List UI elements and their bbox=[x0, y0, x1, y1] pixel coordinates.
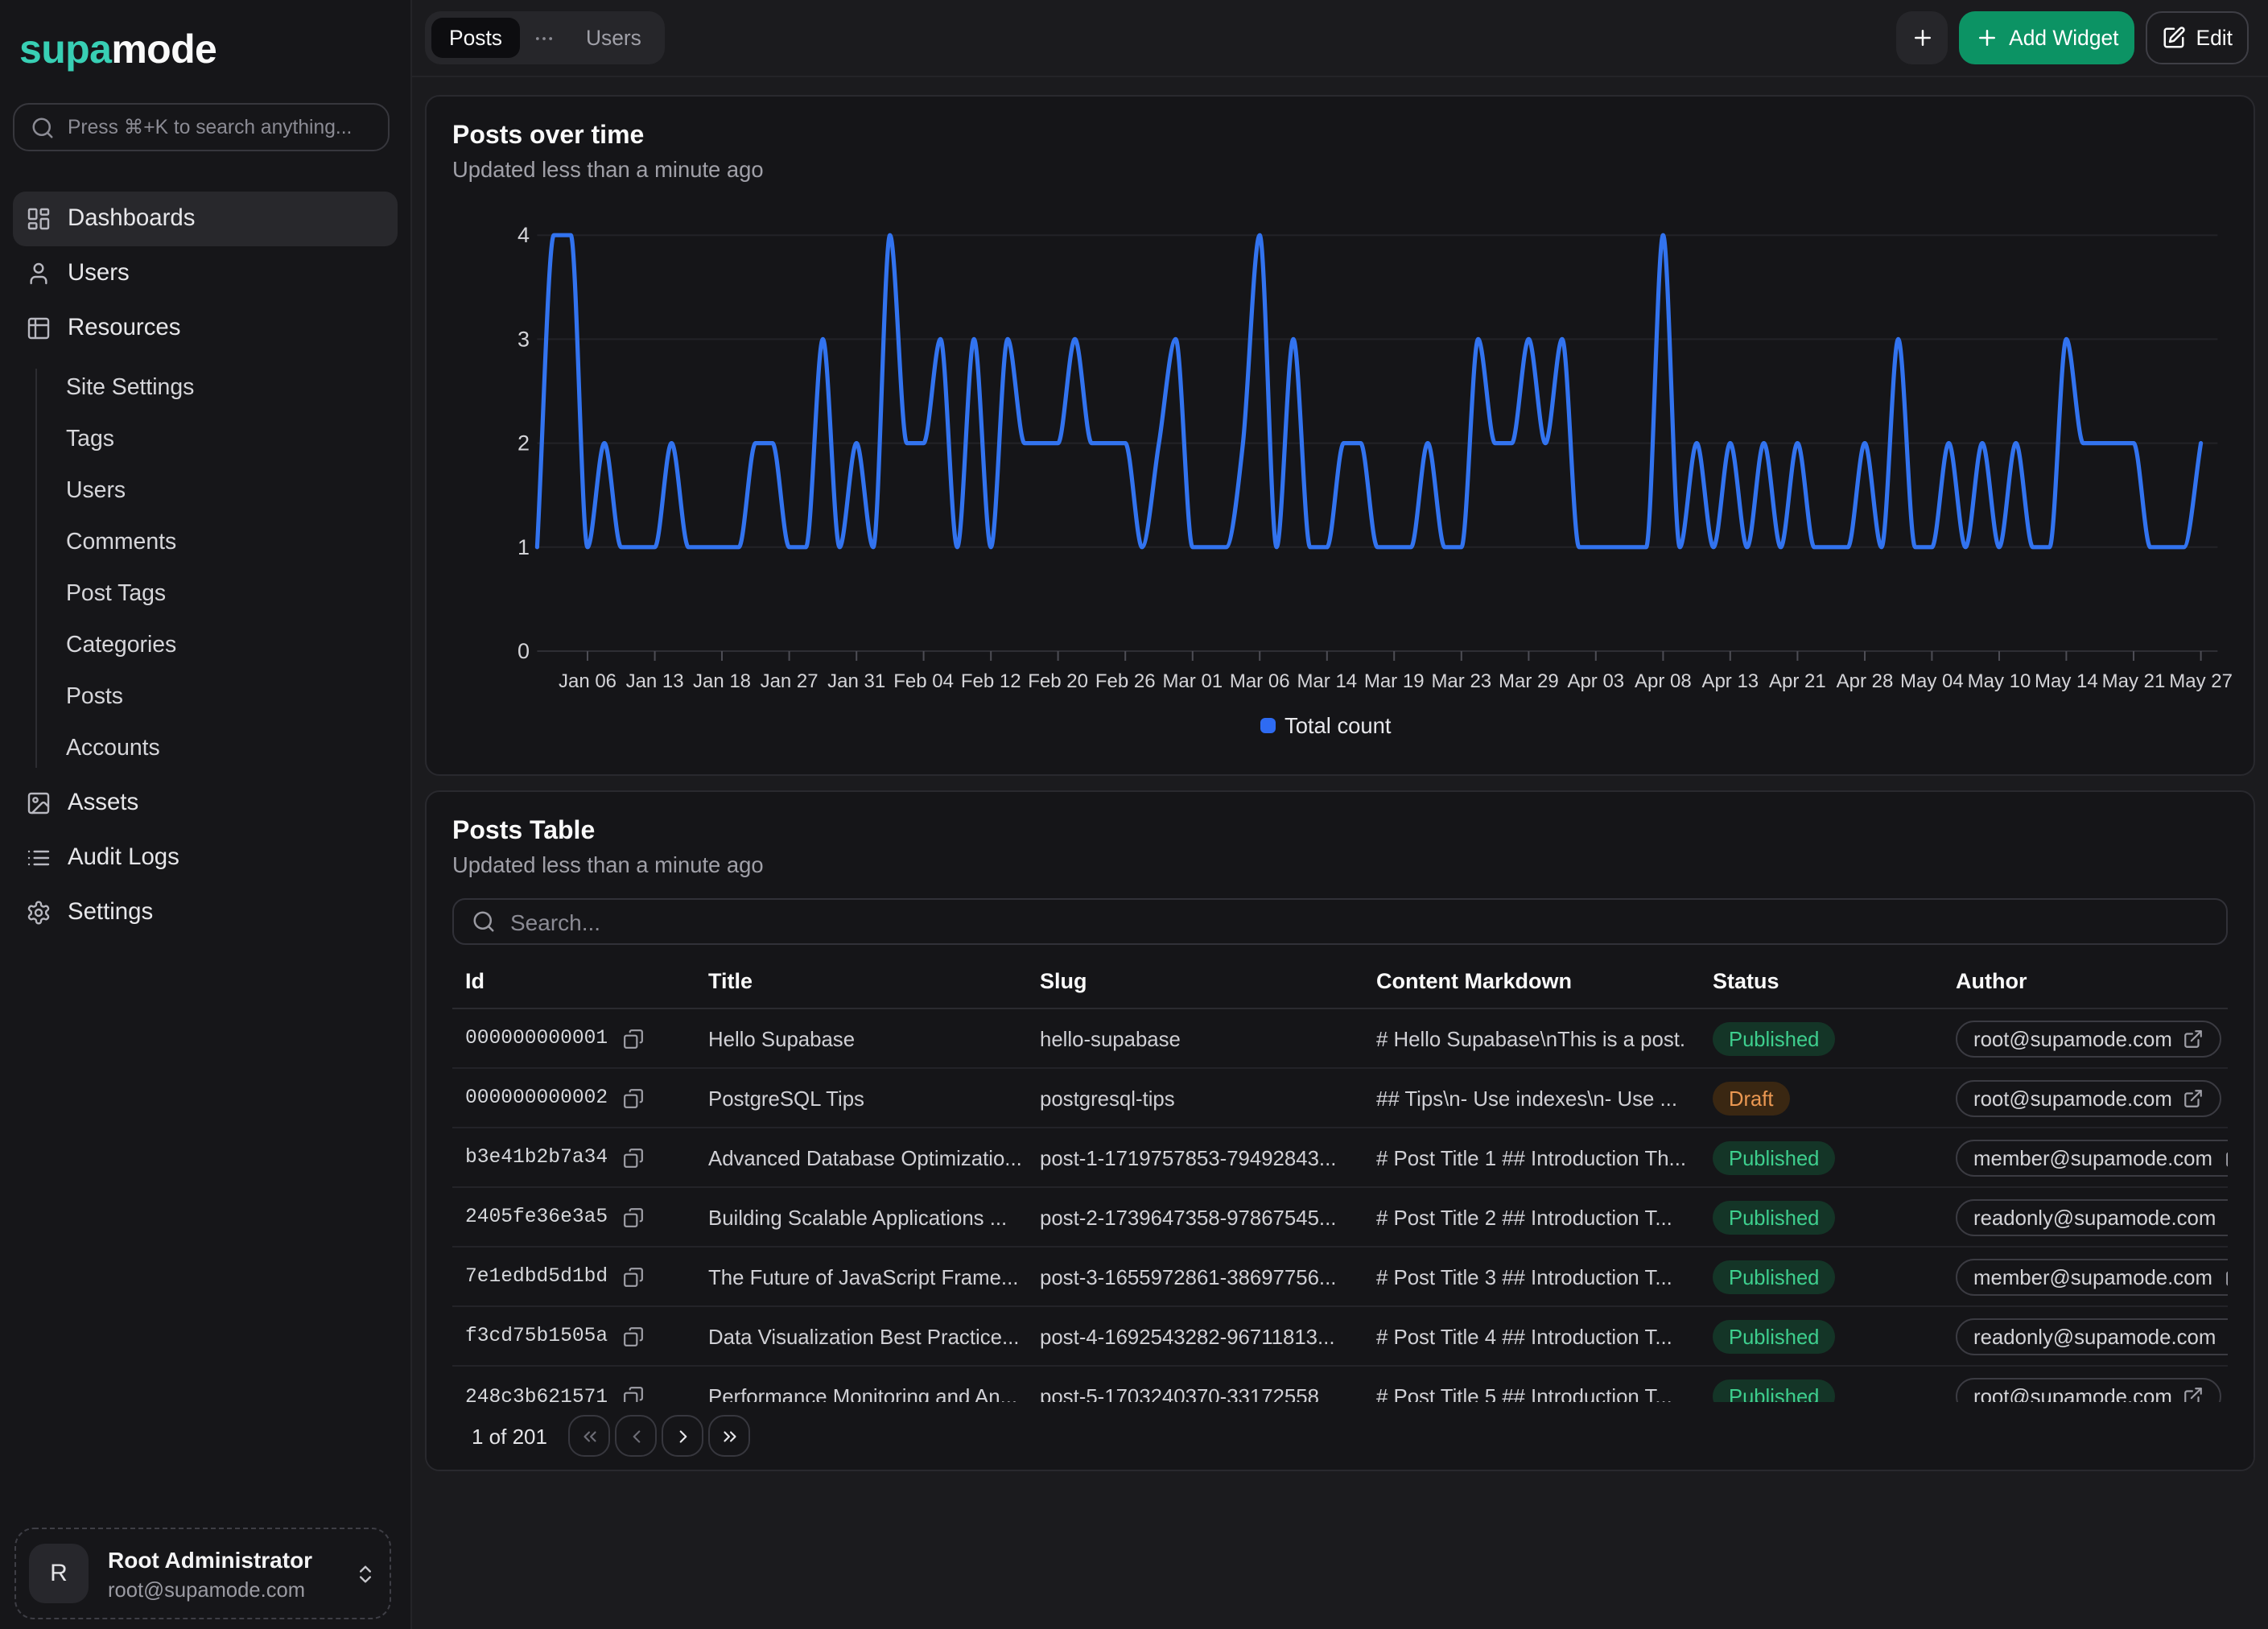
svg-text:Mar 23: Mar 23 bbox=[1431, 670, 1491, 692]
svg-text:Feb 26: Feb 26 bbox=[1095, 670, 1156, 692]
svg-text:Jan 13: Jan 13 bbox=[626, 670, 684, 692]
svg-text:Mar 29: Mar 29 bbox=[1499, 670, 1559, 692]
svg-text:3: 3 bbox=[518, 327, 530, 351]
svg-text:Feb 04: Feb 04 bbox=[893, 670, 954, 692]
svg-text:May 14: May 14 bbox=[2035, 670, 2098, 692]
svg-text:Jan 31: Jan 31 bbox=[827, 670, 885, 692]
svg-text:2: 2 bbox=[518, 431, 530, 456]
svg-text:0: 0 bbox=[518, 639, 530, 663]
svg-text:Jan 27: Jan 27 bbox=[761, 670, 819, 692]
svg-text:May 10: May 10 bbox=[1968, 670, 2031, 692]
svg-text:May 04: May 04 bbox=[1900, 670, 1964, 692]
svg-text:May 27: May 27 bbox=[2169, 670, 2233, 692]
svg-text:Mar 06: Mar 06 bbox=[1230, 670, 1290, 692]
svg-text:Total count: Total count bbox=[1285, 713, 1392, 738]
svg-text:Apr 08: Apr 08 bbox=[1635, 670, 1692, 692]
svg-text:Jan 06: Jan 06 bbox=[559, 670, 616, 692]
svg-text:Feb 20: Feb 20 bbox=[1028, 670, 1088, 692]
svg-text:4: 4 bbox=[518, 223, 530, 247]
svg-text:Apr 03: Apr 03 bbox=[1567, 670, 1624, 692]
svg-text:Apr 13: Apr 13 bbox=[1701, 670, 1759, 692]
svg-text:Apr 21: Apr 21 bbox=[1769, 670, 1826, 692]
svg-text:1: 1 bbox=[518, 535, 530, 559]
svg-text:Jan 18: Jan 18 bbox=[693, 670, 751, 692]
svg-text:Feb 12: Feb 12 bbox=[961, 670, 1021, 692]
svg-text:Apr 28: Apr 28 bbox=[1837, 670, 1894, 692]
svg-text:May 21: May 21 bbox=[2102, 670, 2166, 692]
svg-text:Mar 19: Mar 19 bbox=[1364, 670, 1425, 692]
svg-text:Mar 14: Mar 14 bbox=[1297, 670, 1357, 692]
svg-text:Mar 01: Mar 01 bbox=[1162, 670, 1223, 692]
